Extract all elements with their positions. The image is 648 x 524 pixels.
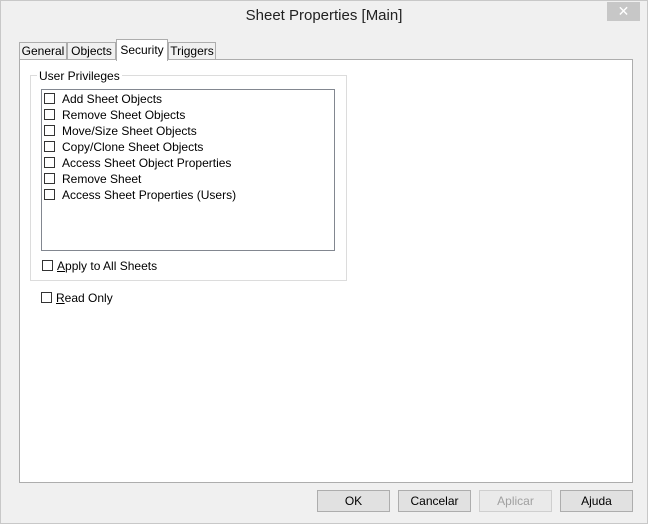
user-privileges-group: User Privileges Add Sheet Objects Remove… (30, 69, 347, 281)
checkbox[interactable] (44, 173, 55, 185)
checkbox[interactable] (44, 125, 55, 137)
checkbox[interactable] (44, 157, 55, 169)
ok-button[interactable]: OK (317, 490, 390, 512)
privilege-move-size-sheet-objects[interactable]: Move/Size Sheet Objects (44, 123, 197, 139)
checkbox[interactable] (41, 292, 52, 304)
read-only-checkbox[interactable]: Read Only (41, 290, 113, 306)
close-icon: ✕ (617, 3, 630, 19)
privilege-remove-sheet[interactable]: Remove Sheet (44, 171, 141, 187)
privilege-add-sheet-objects[interactable]: Add Sheet Objects (44, 91, 162, 107)
apply-button[interactable]: Aplicar (479, 490, 552, 512)
apply-all-label: Apply to All Sheets (57, 259, 158, 273)
title-bar: Sheet Properties [Main] ✕ (1, 1, 647, 33)
help-button[interactable]: Ajuda (560, 490, 633, 512)
privilege-remove-sheet-objects[interactable]: Remove Sheet Objects (44, 107, 185, 123)
tab-security[interactable]: Security (116, 39, 168, 61)
window-title: Sheet Properties [Main] (245, 7, 403, 24)
privilege-access-sheet-properties-users[interactable]: Access Sheet Properties (Users) (44, 187, 236, 203)
cancel-button[interactable]: Cancelar (398, 490, 471, 512)
checkbox[interactable] (44, 141, 55, 153)
privilege-label: Access Sheet Object Properties (62, 156, 232, 170)
dialog-window: Sheet Properties [Main] ✕ General Object… (0, 0, 648, 524)
privilege-label: Remove Sheet (62, 172, 142, 186)
privilege-label: Move/Size Sheet Objects (62, 124, 197, 138)
apply-to-all-sheets-checkbox[interactable]: Apply to All Sheets (42, 258, 157, 274)
privilege-copy-clone-sheet-objects[interactable]: Copy/Clone Sheet Objects (44, 139, 203, 155)
close-button[interactable]: ✕ (607, 2, 640, 21)
privilege-label: Copy/Clone Sheet Objects (62, 140, 204, 154)
security-tab-panel: User Privileges Add Sheet Objects Remove… (19, 59, 633, 483)
user-privileges-label: User Privileges (37, 69, 122, 83)
privilege-label: Access Sheet Properties (Users) (62, 188, 237, 202)
privilege-label: Remove Sheet Objects (62, 108, 186, 122)
tab-objects[interactable]: Objects (67, 42, 116, 60)
checkbox[interactable] (44, 93, 55, 105)
privilege-label: Add Sheet Objects (62, 92, 163, 106)
checkbox[interactable] (44, 189, 55, 201)
privileges-list[interactable]: Add Sheet Objects Remove Sheet Objects M… (41, 89, 335, 251)
privilege-access-sheet-object-properties[interactable]: Access Sheet Object Properties (44, 155, 231, 171)
read-only-label: Read Only (56, 291, 113, 305)
tab-triggers[interactable]: Triggers (168, 42, 216, 60)
tab-general[interactable]: General (19, 42, 67, 60)
checkbox[interactable] (44, 109, 55, 121)
checkbox[interactable] (42, 260, 53, 272)
